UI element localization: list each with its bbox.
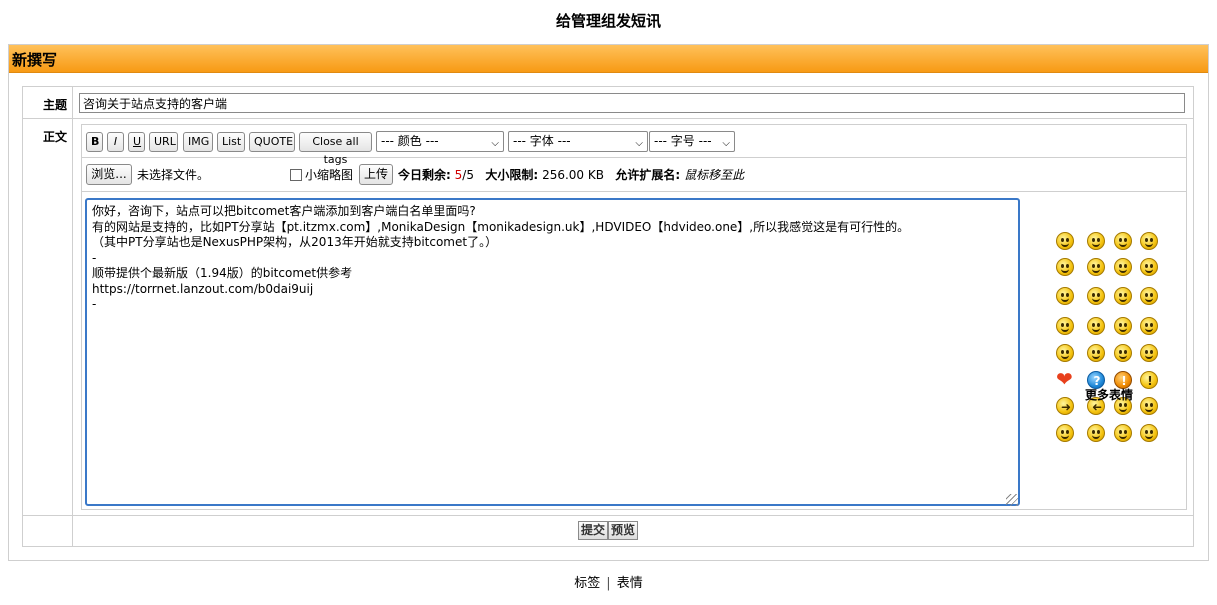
editor-box: B I U URL IMG List QUOTE Close all tags … (81, 124, 1187, 510)
list-button[interactable]: List (217, 132, 245, 152)
page-title: 给管理组发短讯 (555, 12, 661, 30)
footer-separator: | (606, 576, 611, 591)
neutral-icon[interactable] (1114, 258, 1132, 276)
upload-button[interactable]: 上传 (359, 164, 393, 185)
chevron-down-icon: ⌵ (635, 138, 643, 149)
smile-icon[interactable] (1056, 232, 1074, 250)
label-column (23, 87, 73, 546)
angry-icon[interactable] (1087, 344, 1105, 362)
underline-button[interactable]: U (128, 132, 145, 152)
tongue-icon[interactable] (1056, 258, 1074, 276)
submit-button[interactable]: 提交 (578, 521, 609, 540)
sad-icon[interactable] (1056, 287, 1074, 305)
compose-form: 主题 正文 B I U URL IMG List QUOTE Close all… (22, 86, 1194, 547)
preview-button[interactable]: 预览 (608, 521, 639, 540)
subject-input[interactable] (79, 93, 1185, 113)
heart-icon[interactable]: ❤ (1056, 368, 1074, 390)
today-left-total: /5 (462, 168, 474, 182)
resize-grip-icon (1006, 494, 1018, 506)
message-body-textarea[interactable]: 你好，咨询下，站点可以把bitcomet客户端添加到客户端白名单里面吗? 有的网… (85, 198, 1020, 506)
smirk-icon[interactable] (1114, 424, 1132, 442)
idea-icon[interactable]: ! (1140, 371, 1158, 389)
arrow-right-icon[interactable]: ➜ (1056, 397, 1074, 415)
wave-icon[interactable] (1056, 344, 1074, 362)
thumbnail-checkbox[interactable]: 小缩略图 (290, 167, 353, 183)
img-button[interactable]: IMG (183, 132, 213, 152)
footer-links: 标签 | 表情 (0, 575, 1217, 593)
resize-handle[interactable] (1006, 494, 1018, 506)
shock-icon[interactable] (1114, 287, 1132, 305)
hmm-icon[interactable] (1114, 344, 1132, 362)
cry-icon[interactable] (1087, 287, 1105, 305)
size-limit-label: 大小限制: (485, 168, 539, 182)
sleepy-icon[interactable] (1140, 287, 1158, 305)
section-header: 新撰写 (9, 45, 1208, 73)
checkbox-icon[interactable] (290, 169, 302, 181)
font-select-value: --- 字体 --- (513, 134, 571, 148)
eyeroll-icon[interactable] (1087, 317, 1105, 335)
font-select[interactable]: --- 字体 --- ⌵ (508, 131, 648, 152)
more-smilies-link[interactable]: 更多表情 (1085, 386, 1133, 403)
chevron-down-icon: ⌵ (722, 138, 730, 149)
cool-icon[interactable] (1140, 317, 1158, 335)
row-divider (23, 118, 1193, 119)
chevron-down-icon: ⌵ (491, 138, 499, 149)
laugh-icon[interactable] (1114, 232, 1132, 250)
no-file-text: 未选择文件。 (137, 168, 210, 182)
happy-icon[interactable] (1140, 424, 1158, 442)
worried-icon[interactable] (1140, 344, 1158, 362)
attachment-row: 浏览... 未选择文件。 小缩略图 上传 今日剩余: 5/5 大小限制: 256… (82, 158, 1186, 192)
subject-label: 主题 (42, 98, 67, 112)
body-label: 正文 (42, 130, 67, 144)
thinking-icon[interactable] (1140, 397, 1158, 415)
confused-icon[interactable] (1140, 258, 1158, 276)
url-button[interactable]: URL (149, 132, 178, 152)
angel-icon[interactable] (1056, 317, 1074, 335)
size-limit-value: 256.00 KB (542, 168, 604, 182)
bold-button[interactable]: B (86, 132, 103, 152)
allowed-ext-label: 允许扩展名: (615, 168, 681, 182)
submit-row: 提交 预览 (23, 515, 1193, 548)
size-select[interactable]: --- 字号 --- ⌵ (649, 131, 735, 152)
smilies-link[interactable]: 表情 (617, 576, 643, 591)
today-left-label: 今日剩余: (398, 168, 451, 182)
allowed-ext-value[interactable]: 鼠标移至此 (684, 168, 744, 182)
color-select-value: --- 颜色 --- (381, 134, 439, 148)
wink-icon[interactable] (1087, 258, 1105, 276)
close-all-tags-button[interactable]: Close all tags (299, 132, 372, 166)
bbcode-toolbar: B I U URL IMG List QUOTE Close all tags … (82, 125, 1186, 166)
compose-section: 新撰写 主题 正文 B I U URL IMG List QUOTE Close… (8, 44, 1209, 561)
italic-button[interactable]: I (107, 132, 124, 152)
color-select[interactable]: --- 颜色 --- ⌵ (376, 131, 504, 152)
browse-button[interactable]: 浏览... (86, 164, 132, 185)
blush-icon[interactable] (1114, 317, 1132, 335)
grin2-icon[interactable] (1087, 424, 1105, 442)
tags-link[interactable]: 标签 (574, 576, 600, 591)
surprised-icon[interactable] (1056, 424, 1074, 442)
big-grin-icon[interactable] (1140, 232, 1158, 250)
size-select-value: --- 字号 --- (654, 134, 712, 148)
thumbnail-label: 小缩略图 (305, 168, 354, 182)
grin-icon[interactable] (1087, 232, 1105, 250)
quote-button[interactable]: QUOTE (249, 132, 295, 152)
